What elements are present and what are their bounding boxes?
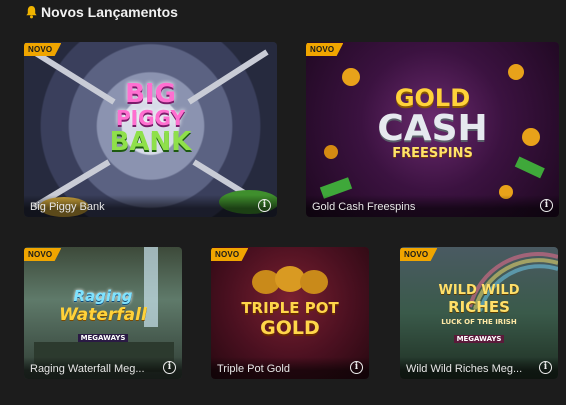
logo-line-3: LUCK OF THE IRISH bbox=[441, 318, 517, 326]
info-icon[interactable]: i bbox=[540, 199, 553, 212]
logo-line-2: Waterfall bbox=[59, 305, 147, 325]
section-title: Novos Lançamentos bbox=[41, 4, 178, 20]
logo-line-4: MEGAWAYS bbox=[453, 335, 505, 343]
game-card-big-piggy-bank[interactable]: BIG PIGGY BANK NOVO Big Piggy Bank i bbox=[24, 42, 277, 217]
game-card-raging-waterfall[interactable]: Raging Waterfall MEGAWAYS NOVO Raging Wa… bbox=[24, 247, 182, 379]
game-title: Wild Wild Riches Meg... bbox=[406, 363, 523, 375]
logo-line-3: BANK bbox=[109, 127, 192, 157]
logo-line-3: FREESPINS bbox=[392, 146, 473, 161]
logo-line-2: CASH bbox=[377, 108, 488, 149]
logo-line-1: TRIPLE POT bbox=[241, 299, 339, 317]
logo-line-1: WILD WILD bbox=[438, 283, 520, 298]
section-header: Novos Lançamentos bbox=[25, 4, 178, 20]
logo-line-2: GOLD bbox=[260, 317, 320, 339]
info-icon[interactable]: i bbox=[539, 361, 552, 374]
game-title: Raging Waterfall Meg... bbox=[30, 363, 145, 375]
game-card-triple-pot-gold[interactable]: TRIPLE POT GOLD NOVO Triple Pot Gold i bbox=[211, 247, 369, 379]
info-icon[interactable]: i bbox=[258, 199, 271, 212]
game-card-gold-cash-freespins[interactable]: GOLD CASH FREESPINS NOVO Gold Cash Frees… bbox=[306, 42, 559, 217]
game-thumbnail: GOLD CASH FREESPINS bbox=[306, 42, 559, 217]
logo-line-3: MEGAWAYS bbox=[77, 334, 129, 342]
info-icon[interactable]: i bbox=[163, 361, 176, 374]
bell-icon bbox=[26, 5, 37, 19]
game-card-wild-wild-riches[interactable]: WILD WILD RICHES LUCK OF THE IRISH MEGAW… bbox=[400, 247, 558, 379]
logo-line-1: BIG bbox=[125, 79, 176, 109]
game-thumbnail: BIG PIGGY BANK bbox=[24, 42, 277, 217]
game-title: Gold Cash Freespins bbox=[312, 201, 416, 213]
game-title: Triple Pot Gold bbox=[217, 363, 290, 375]
info-icon[interactable]: i bbox=[350, 361, 363, 374]
game-title: Big Piggy Bank bbox=[30, 201, 105, 213]
logo-line-1: Raging bbox=[73, 287, 133, 305]
logo-line-2: RICHES bbox=[448, 298, 510, 316]
